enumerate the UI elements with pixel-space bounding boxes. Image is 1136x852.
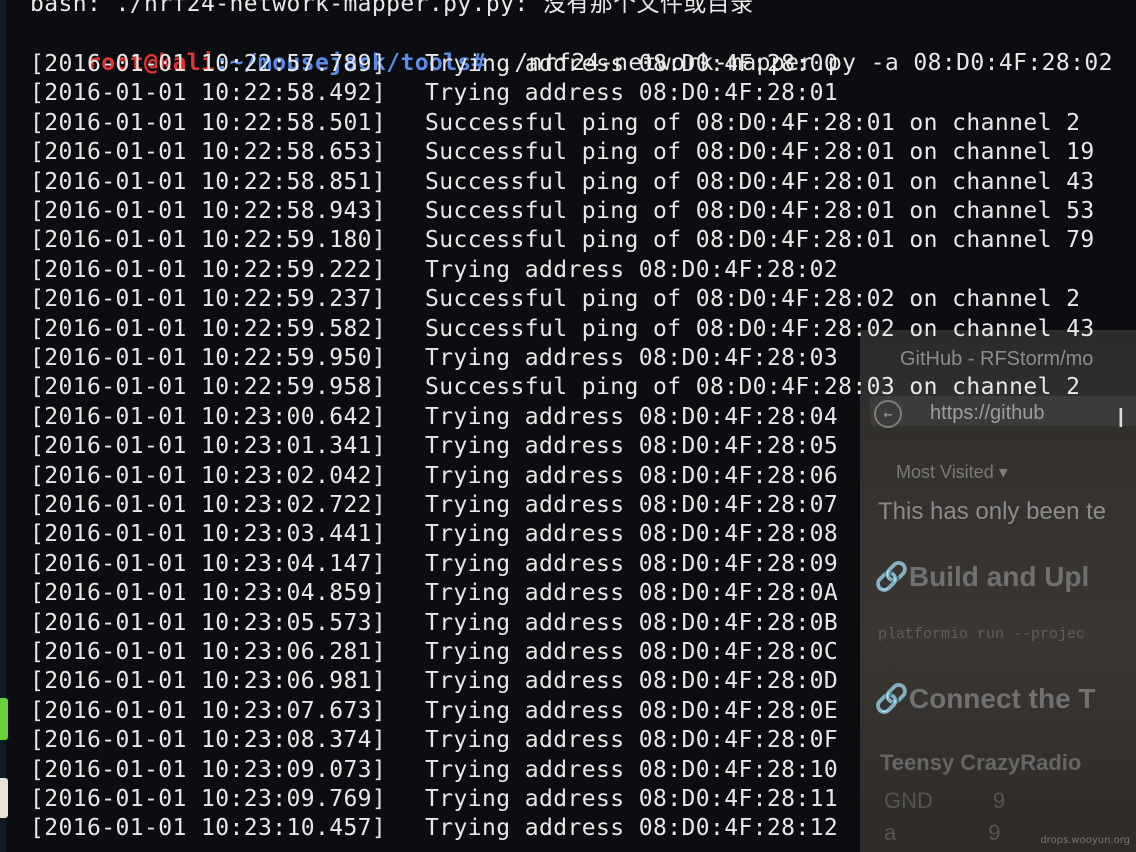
dock-icon-white[interactable]	[0, 778, 8, 818]
log-message: Trying address 08:D0:4F:28:08	[425, 521, 839, 548]
log-message: Trying address 08:D0:4F:28:06	[425, 462, 839, 489]
log-timestamp: [2016-01-01 10:22:58.943]	[30, 198, 387, 224]
log-line: [2016-01-01 10:23:10.457] Trying address …	[30, 814, 838, 843]
dock-icon-green[interactable]	[0, 698, 8, 740]
log-line: [2016-01-01 10:22:58.943] Successful ping…	[30, 197, 1095, 226]
log-line: [2016-01-01 10:23:02.722] Trying address …	[30, 491, 838, 520]
log-message: Trying address 08:D0:4F:28:02	[425, 256, 839, 283]
log-line: [2016-01-01 10:23:09.073] Trying address …	[30, 756, 838, 785]
log-timestamp: [2016-01-01 10:22:59.958]	[30, 374, 387, 401]
log-line: [2016-01-01 10:22:59.950] Trying address …	[30, 344, 838, 373]
log-timestamp: [2016-01-01 10:23:04.859]	[30, 580, 387, 607]
log-timestamp: [2016-01-01 10:23:08.374]	[30, 727, 387, 754]
log-timestamp: [2016-01-01 10:22:59.180]	[30, 227, 387, 254]
log-message: Successful ping of 08:D0:4F:28:01 on cha…	[425, 168, 1095, 195]
log-message: Trying address 08:D0:4F:28:0E	[425, 697, 839, 724]
error-line: bash: ./nrf24-network-mapper.py.py: 没有那个…	[30, 0, 754, 17]
log-line: [2016-01-01 10:22:59.180] Successful ping…	[30, 226, 1095, 255]
log-line: [2016-01-01 10:22:59.582] Successful ping…	[30, 315, 1095, 344]
log-timestamp: [2016-01-01 10:22:59.222]	[30, 256, 387, 283]
log-timestamp: [2016-01-01 10:22:59.582]	[30, 315, 387, 342]
log-timestamp: [2016-01-01 10:22:58.501]	[30, 109, 387, 136]
log-timestamp: [2016-01-01 10:23:06.281]	[30, 639, 387, 665]
terminal-window[interactable]: bash: ./nrf24-network-mapper.py.py: 没有那个…	[8, 0, 1136, 852]
log-timestamp: [2016-01-01 10:23:09.769]	[30, 786, 387, 812]
log-message: Trying address 08:D0:4F:28:05	[425, 433, 839, 460]
log-message: Trying address 08:D0:4F:28:10	[425, 756, 839, 783]
log-message: Trying address 08:D0:4F:28:12	[425, 815, 839, 842]
log-message: Trying address 08:D0:4F:28:07	[425, 492, 839, 518]
log-timestamp: [2016-01-01 10:22:58.653]	[30, 139, 387, 166]
log-timestamp: [2016-01-01 10:23:03.441]	[30, 521, 387, 548]
log-message: Trying address 08:D0:4F:28:0F	[425, 727, 839, 754]
log-line: [2016-01-01 10:23:05.573] Trying address …	[30, 609, 838, 638]
log-timestamp: [2016-01-01 10:23:02.722]	[30, 492, 387, 518]
log-timestamp: [2016-01-01 10:23:04.147]	[30, 550, 387, 577]
log-message: Successful ping of 08:D0:4F:28:01 on cha…	[425, 198, 1095, 224]
log-line: [2016-01-01 10:23:03.441] Trying address …	[30, 520, 838, 549]
log-message: Trying address 08:D0:4F:28:0A	[425, 580, 839, 607]
log-message: Successful ping of 08:D0:4F:28:02 on cha…	[425, 315, 1095, 342]
log-line: [2016-01-01 10:22:59.222] Trying address …	[30, 256, 838, 285]
log-line: [2016-01-01 10:23:06.981] Trying address …	[30, 667, 838, 696]
log-line: [2016-01-01 10:23:07.673] Trying address …	[30, 697, 838, 726]
log-message: Trying address 08:D0:4F:28:0D	[425, 668, 839, 695]
log-timestamp: [2016-01-01 10:23:01.341]	[30, 433, 387, 460]
log-line: [2016-01-01 10:23:08.374] Trying address …	[30, 726, 838, 755]
log-line: [2016-01-01 10:22:59.237] Successful ping…	[30, 285, 1080, 314]
log-line: [2016-01-01 10:22:58.653] Successful ping…	[30, 138, 1095, 167]
log-timestamp: [2016-01-01 10:23:06.981]	[30, 668, 387, 695]
log-timestamp: [2016-01-01 10:22:58.851]	[30, 168, 387, 195]
log-timestamp: [2016-01-01 10:22:58.492]	[30, 80, 387, 107]
log-line: [2016-01-01 10:23:06.281] Trying address …	[30, 638, 838, 667]
log-line: [2016-01-01 10:22:57.789] Trying address …	[30, 50, 838, 79]
log-message: Trying address 08:D0:4F:28:04	[425, 403, 839, 430]
log-line: [2016-01-01 10:23:00.642] Trying address …	[30, 403, 838, 432]
log-message: Successful ping of 08:D0:4F:28:02 on cha…	[425, 286, 1081, 313]
log-timestamp: [2016-01-01 10:23:07.673]	[30, 697, 387, 724]
log-line: [2016-01-01 10:23:04.859] Trying address …	[30, 579, 838, 608]
log-message: Trying address 08:D0:4F:28:00	[425, 51, 839, 77]
prompt-line: root@kali:~/mousejack/tools# ./nrf24-net…	[30, 20, 1113, 76]
log-message: Successful ping of 08:D0:4F:28:01 on cha…	[425, 139, 1095, 166]
log-message: Successful ping of 08:D0:4F:28:01 on cha…	[425, 109, 1081, 136]
log-line: [2016-01-01 10:22:58.492] Trying address …	[30, 79, 838, 108]
log-line: [2016-01-01 10:22:58.501] Successful ping…	[30, 109, 1080, 138]
log-timestamp: [2016-01-01 10:23:10.457]	[30, 815, 387, 842]
log-message: Trying address 08:D0:4F:28:0C	[425, 639, 839, 665]
log-line: [2016-01-01 10:23:01.341] Trying address …	[30, 432, 838, 461]
log-timestamp: [2016-01-01 10:23:00.642]	[30, 403, 387, 430]
log-message: Trying address 08:D0:4F:28:09	[425, 550, 839, 577]
log-message: Successful ping of 08:D0:4F:28:03 on cha…	[425, 374, 1081, 401]
log-timestamp: [2016-01-01 10:23:02.042]	[30, 462, 387, 489]
log-message: Trying address 08:D0:4F:28:11	[425, 786, 839, 812]
log-line: [2016-01-01 10:23:02.042] Trying address …	[30, 462, 838, 491]
log-message: Successful ping of 08:D0:4F:28:01 on cha…	[425, 227, 1095, 254]
log-message: Trying address 08:D0:4F:28:0B	[425, 609, 839, 636]
log-line: [2016-01-01 10:23:09.769] Trying address …	[30, 785, 838, 814]
log-timestamp: [2016-01-01 10:22:57.789]	[30, 51, 387, 77]
log-message: Trying address 08:D0:4F:28:01	[425, 80, 839, 107]
log-message: Trying address 08:D0:4F:28:03	[425, 345, 839, 371]
log-line: [2016-01-01 10:23:04.147] Trying address …	[30, 550, 838, 579]
log-line: [2016-01-01 10:22:59.958] Successful ping…	[30, 373, 1080, 402]
log-timestamp: [2016-01-01 10:23:05.573]	[30, 609, 387, 636]
log-line: [2016-01-01 10:22:58.851] Successful ping…	[30, 168, 1095, 197]
log-timestamp: [2016-01-01 10:23:09.073]	[30, 756, 387, 783]
log-timestamp: [2016-01-01 10:22:59.237]	[30, 286, 387, 313]
log-timestamp: [2016-01-01 10:22:59.950]	[30, 345, 387, 371]
